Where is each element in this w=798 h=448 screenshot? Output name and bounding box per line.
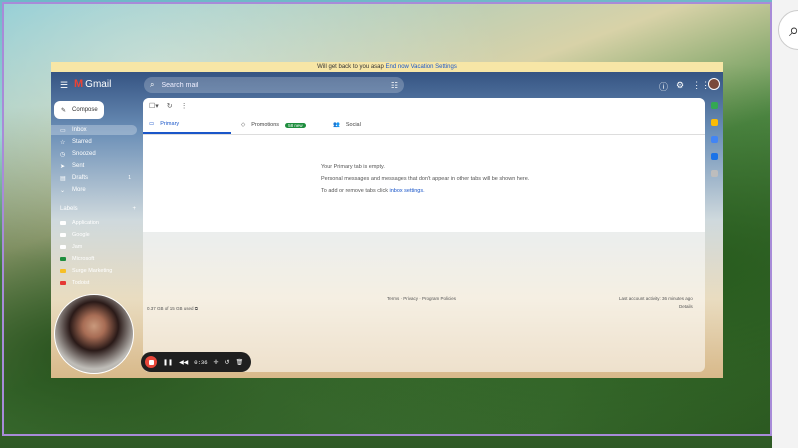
star-icon: ☆ bbox=[60, 139, 66, 146]
right-edge-panel bbox=[772, 0, 798, 448]
menu-icon[interactable]: ☰ bbox=[60, 80, 68, 91]
search-input[interactable] bbox=[159, 80, 391, 90]
add-label-icon[interactable]: + bbox=[132, 206, 136, 212]
vacation-settings-link[interactable]: Vacation Settings bbox=[411, 64, 457, 70]
inbox-icon: ▭ bbox=[60, 127, 66, 134]
drafts-count: 1 bbox=[128, 175, 131, 181]
promotions-badge: 58 new bbox=[285, 122, 306, 128]
storage-info: 0.37 GB of 15 GB used ⧉ bbox=[147, 306, 199, 311]
mail-panel: ☐▾ ↻ ⋮ ▭ Primary ◇ Promotions 58 new 👥 Soci… bbox=[143, 98, 705, 372]
label-tag-icon bbox=[60, 257, 66, 261]
recording-timer: 0:36 bbox=[194, 358, 208, 366]
pencil-icon: ✎ bbox=[61, 107, 67, 114]
tasks-icon[interactable] bbox=[710, 136, 718, 143]
vacation-responder-bar: Will get back to you asap End now Vacati… bbox=[51, 62, 723, 72]
send-icon: ➤ bbox=[60, 163, 66, 170]
calendar-icon[interactable] bbox=[710, 102, 718, 109]
pause-icon[interactable]: ❚❚ bbox=[163, 359, 173, 366]
people-icon: 👥 bbox=[333, 122, 340, 128]
restart-icon[interactable]: ↺ bbox=[225, 359, 230, 366]
chevron-down-icon: ⌄ bbox=[60, 187, 66, 194]
sidebar-item-starred[interactable]: ☆ Starred bbox=[51, 137, 137, 147]
footer-links[interactable]: Terms · Privacy · Program Policies bbox=[387, 296, 456, 301]
sidebar-item-more[interactable]: ⌄ More bbox=[51, 185, 137, 195]
sidebar-item-sent[interactable]: ➤ Sent bbox=[51, 161, 137, 171]
account-activity: Last account activity: 36 minutes ago De… bbox=[619, 296, 693, 309]
label-tag-icon bbox=[60, 281, 66, 285]
select-checkbox-icon[interactable]: ☐▾ bbox=[149, 102, 159, 110]
compose-button[interactable]: ✎ Compose bbox=[54, 101, 104, 119]
label-tag-icon bbox=[60, 245, 66, 249]
recording-controls: ❚❚ ◀◀ 0:36 ✛ ↺ 🗑 bbox=[141, 352, 251, 372]
gmail-m-icon: M bbox=[74, 78, 84, 90]
search-bar[interactable]: ⌕ ☷ bbox=[144, 77, 404, 93]
tab-social[interactable]: 👥 Social bbox=[333, 116, 361, 134]
open-storage-icon[interactable]: ⧉ bbox=[195, 306, 198, 311]
category-tabs: ▭ Primary ◇ Promotions 58 new 👥 Social bbox=[143, 116, 705, 135]
tab-promotions[interactable]: ◇ Promotions 58 new bbox=[241, 116, 306, 134]
more-options-icon[interactable]: ⋮ bbox=[181, 102, 188, 110]
refresh-icon[interactable]: ↻ bbox=[167, 102, 173, 110]
label-jam[interactable]: Jam bbox=[60, 244, 82, 250]
settings-gear-icon[interactable]: ⚙ bbox=[676, 80, 684, 93]
label-microsoft[interactable]: Microsoft bbox=[60, 256, 94, 262]
sidebar-item-inbox[interactable]: ▭ Inbox bbox=[51, 125, 137, 135]
labels-header: Labels + bbox=[60, 206, 136, 212]
label-todoist[interactable]: Todoist bbox=[60, 280, 89, 286]
rewind-icon[interactable]: ◀◀ bbox=[179, 359, 188, 366]
inbox-icon: ▭ bbox=[149, 121, 155, 127]
search-options-icon[interactable]: ☷ bbox=[391, 81, 398, 90]
label-tag-icon bbox=[60, 269, 66, 273]
account-avatar[interactable] bbox=[708, 78, 720, 90]
inbox-settings-link[interactable]: inbox settings. bbox=[389, 188, 424, 194]
draft-icon: ▤ bbox=[60, 175, 66, 182]
label-tag-icon bbox=[60, 233, 66, 237]
add-addon-icon[interactable] bbox=[710, 170, 718, 177]
webcam-bubble[interactable] bbox=[54, 294, 134, 374]
tab-primary[interactable]: ▭ Primary bbox=[143, 116, 231, 134]
mail-toolbar: ☐▾ ↻ ⋮ bbox=[149, 102, 188, 110]
end-now-link[interactable]: End now bbox=[386, 64, 409, 70]
stop-recording-button[interactable] bbox=[145, 356, 157, 368]
contacts-icon[interactable] bbox=[710, 153, 718, 160]
sidebar-item-snoozed[interactable]: ◷ Snoozed bbox=[51, 149, 137, 159]
delete-icon[interactable]: 🗑 bbox=[236, 359, 244, 366]
search-icon[interactable]: ⌕ bbox=[150, 80, 154, 90]
sidebar-item-drafts[interactable]: ▤ Drafts 1 bbox=[51, 173, 137, 183]
clock-icon: ◷ bbox=[60, 151, 66, 158]
label-application[interactable]: Application bbox=[60, 220, 99, 226]
draw-icon[interactable]: ✛ bbox=[214, 359, 219, 366]
top-icons: ⓘ ⚙ ⋮⋮ bbox=[659, 80, 710, 93]
gmail-logo[interactable]: M Gmail bbox=[74, 78, 111, 90]
label-surge-marketing[interactable]: Surge Marketing bbox=[60, 268, 112, 274]
label-google[interactable]: Google bbox=[60, 232, 90, 238]
details-link[interactable]: Details bbox=[619, 304, 693, 309]
label-tag-icon bbox=[60, 221, 66, 225]
tag-icon: ◇ bbox=[241, 122, 246, 128]
help-icon[interactable]: ⓘ bbox=[659, 80, 668, 93]
top-bar: ☰ M Gmail ⌕ ☷ ⓘ ⚙ ⋮⋮ bbox=[51, 72, 723, 98]
keep-icon[interactable] bbox=[710, 119, 718, 126]
gmail-window: Will get back to you asap End now Vacati… bbox=[51, 62, 723, 378]
side-panel-icons bbox=[707, 102, 721, 222]
